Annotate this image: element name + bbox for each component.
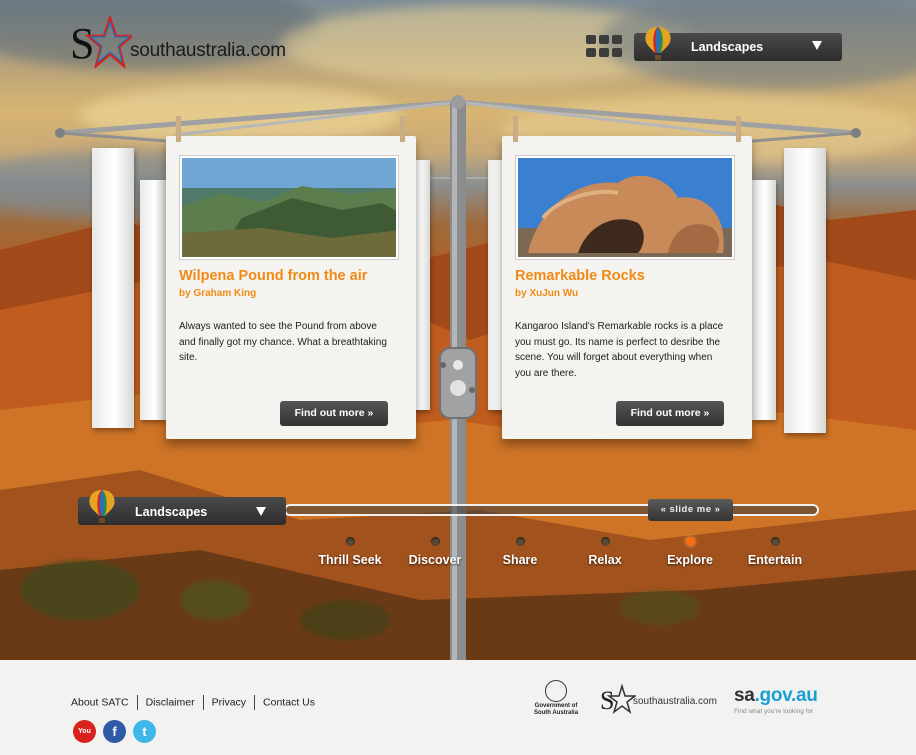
- footer-link-about[interactable]: About SATC: [71, 696, 129, 708]
- sagov-suffix: .gov.au: [754, 685, 818, 706]
- category-entertain[interactable]: Entertain: [730, 537, 820, 567]
- hanging-cloth: [784, 148, 826, 433]
- category-label: Entertain: [747, 553, 803, 567]
- footer-link-contact[interactable]: Contact Us: [263, 696, 315, 708]
- story-card: Remarkable Rocks by XuJun Wu Kangaroo Is…: [502, 136, 752, 439]
- hanging-cloth: [752, 180, 776, 420]
- brand-wordmark: southaustralia.com: [130, 40, 286, 61]
- government-of-south-australia-logo[interactable]: Government of South Australia: [530, 680, 582, 720]
- youtube-icon[interactable]: You: [73, 720, 96, 743]
- category-label: Relax: [588, 553, 622, 567]
- category-dot: [430, 537, 440, 546]
- category-select-value: Landscapes: [691, 40, 764, 54]
- svg-text:S: S: [70, 19, 94, 68]
- crest-icon: [545, 680, 567, 702]
- category-share[interactable]: Share: [475, 537, 565, 567]
- southaustralia-logo[interactable]: S southaustralia.com: [70, 16, 300, 68]
- category-label: Discover: [408, 553, 462, 567]
- story-description: Always wanted to see the Pound from abov…: [179, 321, 387, 363]
- story-photo[interactable]: [180, 156, 398, 259]
- category-dot: [600, 537, 610, 546]
- sagov-prefix: sa: [734, 685, 755, 706]
- find-out-more-button[interactable]: Find out more »: [280, 401, 388, 426]
- story-byline: by Graham King: [179, 288, 257, 299]
- category-slider-track[interactable]: [284, 504, 819, 516]
- story-byline: by XuJun Wu: [515, 288, 579, 299]
- star-logo-icon: S: [600, 684, 636, 714]
- footer-wordmark: southaustralia.com: [633, 696, 717, 707]
- category-explore[interactable]: Explore: [645, 537, 735, 567]
- sa-gov-au-logo[interactable]: sa.gov.au Find what you're looking for: [734, 685, 818, 715]
- category-dot: [515, 537, 525, 546]
- clothes-peg-icon: [513, 116, 518, 142]
- sagov-wordmark: sa.gov.au: [734, 685, 818, 707]
- clothesline: [55, 95, 861, 660]
- footer-links: About SATC Disclaimer Privacy Contact Us: [71, 695, 315, 710]
- balloon-icon: [89, 490, 115, 523]
- find-out-more-button[interactable]: Find out more »: [616, 401, 724, 426]
- story-title[interactable]: Wilpena Pound from the air: [179, 268, 367, 284]
- twitter-icon[interactable]: t: [133, 720, 156, 743]
- clothes-peg-icon: [736, 116, 741, 142]
- category-label: Thrill Seek: [318, 553, 382, 567]
- footer-link-disclaimer[interactable]: Disclaimer: [146, 696, 195, 708]
- category-discover[interactable]: Discover: [390, 537, 480, 567]
- svg-text:S: S: [600, 686, 614, 714]
- southaustralia-footer-logo[interactable]: S southaustralia.com: [600, 684, 720, 714]
- sagov-tagline: Find what you're looking for: [734, 708, 814, 715]
- divider: [136, 695, 138, 710]
- category-relax[interactable]: Relax: [560, 537, 650, 567]
- balloon-icon: [645, 27, 671, 60]
- remarkable-rocks-photo: [518, 158, 732, 257]
- story-description: Kangaroo Island's Remarkable rocks is a …: [515, 321, 724, 379]
- clothes-peg-icon: [400, 116, 405, 142]
- footer: About SATC Disclaimer Privacy Contact Us Yo…: [0, 660, 916, 755]
- category-thrill-seek[interactable]: Thrill Seek: [305, 537, 395, 567]
- slider-category-value: Landscapes: [135, 505, 208, 519]
- category-dot: [685, 537, 695, 546]
- story-photo[interactable]: [516, 156, 734, 259]
- story-card: Wilpena Pound from the air by Graham Kin…: [166, 136, 416, 439]
- story-title[interactable]: Remarkable Rocks: [515, 268, 645, 284]
- gov-logo-text: Government of South Australia: [533, 703, 579, 716]
- category-label: Explore: [667, 553, 713, 567]
- category-dot: [345, 537, 355, 546]
- clothes-peg-icon: [176, 116, 181, 142]
- category-label: Share: [502, 553, 538, 567]
- divider: [202, 695, 204, 710]
- aerial-mountain-photo: [182, 158, 396, 257]
- grid-view-button[interactable]: [586, 35, 624, 59]
- hanging-cloth: [140, 180, 166, 420]
- footer-link-privacy[interactable]: Privacy: [212, 696, 246, 708]
- chevron-down-icon: [256, 507, 266, 516]
- category-dot: [770, 537, 780, 546]
- star-logo-icon: S: [70, 16, 132, 68]
- facebook-icon[interactable]: f: [103, 720, 126, 743]
- slide-me-handle[interactable]: « slide me »: [648, 499, 733, 521]
- hanging-cloth: [92, 148, 134, 428]
- divider: [254, 695, 256, 710]
- chevron-down-icon: [812, 41, 822, 50]
